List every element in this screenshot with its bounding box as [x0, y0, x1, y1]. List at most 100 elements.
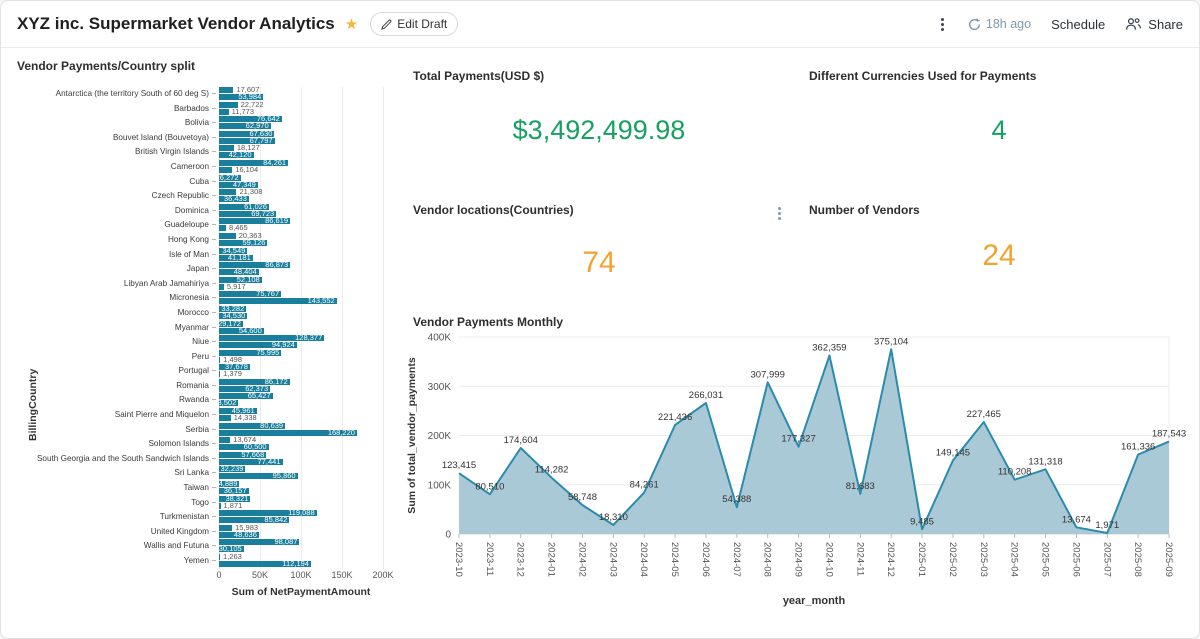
country-bars: 1,263112,194 — [219, 554, 383, 567]
bar[interactable]: 48,636 — [219, 532, 259, 538]
bar[interactable]: 34,530 — [219, 313, 247, 319]
country-label: South Georgia and the South Sandwich Isl… — [17, 454, 209, 463]
country-tick — [212, 502, 216, 503]
locations-kebab-menu-icon[interactable] — [774, 203, 785, 224]
country-tick — [212, 151, 216, 152]
bar-value-label: 75,767 — [256, 290, 279, 298]
country-row: Serbia 80,639 168,220 — [17, 423, 397, 436]
currencies-value: 4 — [809, 115, 1189, 146]
bar[interactable]: 13,674 — [219, 437, 230, 443]
country-tick — [212, 414, 216, 415]
bar[interactable]: 80,639 — [219, 423, 285, 429]
country-tick — [212, 297, 216, 298]
country-label: Dominica — [17, 206, 209, 215]
point-value-label: 174,604 — [504, 435, 538, 446]
y-tick-label: 400K — [428, 333, 452, 344]
bar-value-label: 48,636 — [234, 531, 257, 539]
country-bars: 17,60753,984 — [219, 87, 383, 100]
vendors-value: 24 — [809, 239, 1189, 273]
x-tick-label: 2025-02 — [947, 542, 958, 577]
bar[interactable]: 1,379 — [219, 371, 220, 377]
bar[interactable]: 42,120 — [219, 152, 254, 158]
schedule-button[interactable]: Schedule — [1051, 17, 1105, 32]
country-label: Niue — [17, 337, 209, 346]
bar[interactable]: 75,767 — [219, 291, 281, 297]
country-row: Yemen1,263112,194 — [17, 554, 397, 567]
edit-draft-button[interactable]: Edit Draft — [370, 12, 458, 36]
people-icon — [1125, 17, 1142, 31]
country-row: Barbados22,72211,773 — [17, 102, 397, 115]
country-bars: 34,54941,181 — [219, 248, 383, 261]
bar[interactable]: 32,239 — [219, 466, 245, 472]
point-value-label: 110,208 — [998, 467, 1032, 478]
country-bars: 45,96114,338 — [219, 408, 383, 421]
country-row: Cuba26,27247,349 — [17, 175, 397, 188]
bar[interactable]: 15,983 — [219, 525, 232, 531]
country-tick — [212, 356, 216, 357]
bar[interactable]: 112,194 — [219, 561, 311, 567]
point-value-label: 307,999 — [751, 369, 785, 380]
locations-tile: Vendor locations(Countries) 74 — [401, 191, 797, 292]
x-tick-label: 2025-07 — [1101, 542, 1112, 577]
country-row: Antarctica (the territory South of 60 de… — [17, 87, 397, 100]
locations-title: Vendor locations(Countries) — [413, 203, 574, 217]
edit-draft-label: Edit Draft — [397, 17, 447, 31]
point-value-label: 131,318 — [1028, 456, 1062, 467]
country-label: Bouvet Island (Bouvetoya) — [17, 133, 209, 142]
schedule-label: Schedule — [1051, 17, 1105, 32]
country-row: Myanmar29,17254,600 — [17, 321, 397, 334]
country-bars: 98,08730,105 — [219, 539, 383, 552]
bar[interactable]: 41,181 — [219, 255, 253, 261]
currencies-title: Different Currencies Used for Payments — [809, 69, 1189, 83]
bar-value-label: 168,220 — [328, 429, 355, 437]
x-tick-label: 0 — [216, 570, 221, 580]
bar[interactable]: 11,773 — [219, 109, 229, 115]
bar[interactable]: 5,917 — [219, 284, 224, 290]
share-button[interactable]: Share — [1125, 17, 1183, 32]
x-tick-label: 2023-11 — [484, 542, 495, 576]
bar-value-label: 41,181 — [228, 254, 251, 262]
country-row: Bouvet Island (Bouvetoya)67,63067,797 — [17, 131, 397, 144]
country-label: Saint Pierre and Miquelon — [17, 410, 209, 419]
country-label: Micronesia — [17, 293, 209, 302]
country-label: Taiwan — [17, 483, 209, 492]
x-tick-label: 2023-10 — [453, 542, 464, 577]
bar[interactable]: 14,338 — [219, 415, 231, 421]
country-label: Hong Kong — [17, 235, 209, 244]
bar[interactable]: 1,498 — [219, 357, 220, 363]
country-tick — [212, 195, 216, 196]
x-tick-label: 2025-01 — [916, 542, 927, 577]
x-tick-label: 2024-06 — [700, 542, 711, 577]
country-label: Solomon Islands — [17, 439, 209, 448]
x-tick-label: 2024-04 — [638, 542, 649, 577]
bar[interactable]: 8,465 — [219, 225, 226, 231]
monthly-area-chart[interactable]: 0100K200K300K400K123,4152023-1080,510202… — [401, 329, 1197, 629]
country-row: Japan86,87348,404 — [17, 262, 397, 275]
bar[interactable]: 20,363 — [219, 233, 236, 239]
bar[interactable]: 1,871 — [219, 503, 221, 509]
header-kebab-menu-icon[interactable] — [937, 14, 948, 35]
country-row: Solomon Islands13,67460,500 — [17, 437, 397, 450]
point-value-label: 58,748 — [568, 492, 597, 503]
x-tick-label: 2025-03 — [978, 542, 989, 577]
favorite-star-icon[interactable]: ★ — [345, 15, 358, 33]
country-tick — [212, 283, 216, 284]
country-label: Serbia — [17, 425, 209, 434]
country-tick — [212, 239, 216, 240]
bar[interactable]: 17,607 — [219, 87, 233, 93]
point-value-label: 84,261 — [630, 480, 659, 491]
header: XYZ inc. Supermarket Vendor Analytics ★ … — [1, 1, 1199, 48]
refresh-control[interactable]: 18h ago — [968, 17, 1031, 31]
country-bars: 22,72211,773 — [219, 102, 383, 115]
bar[interactable]: 54,600 — [219, 328, 264, 334]
bar[interactable]: 1,263 — [219, 554, 220, 560]
bar-value-label: 77,441 — [258, 458, 281, 466]
country-row: Turkmenistan119,08885,842 — [17, 510, 397, 523]
y-tick-label: 100K — [428, 480, 452, 491]
country-bars: 26,27247,349 — [219, 175, 383, 188]
country-tick — [212, 385, 216, 386]
x-tick-label: 200K — [372, 570, 393, 580]
country-chart-x-label: Sum of NetPaymentAmount — [219, 586, 383, 598]
bar-value-label: 42,120 — [229, 151, 252, 159]
country-bars: 24,88936,157 — [219, 481, 383, 494]
